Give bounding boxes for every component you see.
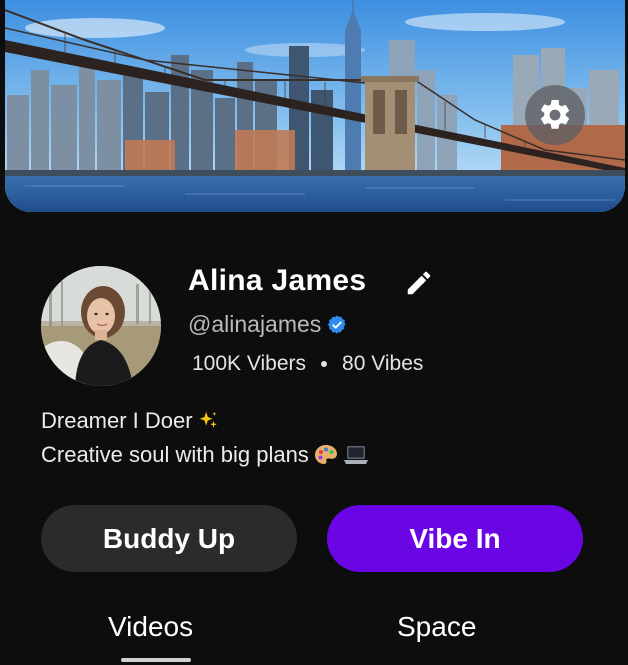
bio-text-1: Dreamer I Doer <box>41 408 193 433</box>
bio-line-2: Creative soul with big plans <box>41 438 369 472</box>
vibe-in-button[interactable]: Vibe In <box>327 505 583 572</box>
profile-screen: Alina James @alinajames 100K Vibers 80 V… <box>0 0 628 665</box>
laptop-icon <box>343 446 368 464</box>
profile-photo <box>41 266 161 386</box>
gear-icon <box>541 99 570 129</box>
buddy-up-button[interactable]: Buddy Up <box>41 505 297 572</box>
profile-stats: 100K Vibers 80 Vibes <box>192 352 423 376</box>
vibes-count[interactable]: 80 Vibes <box>342 352 423 376</box>
settings-button[interactable] <box>525 85 585 145</box>
profile-name: Alina James <box>188 264 367 297</box>
active-tab-indicator <box>121 658 191 662</box>
bio-line-1: Dreamer I Doer <box>41 404 369 438</box>
bio-text-2: Creative soul with big plans <box>41 442 309 467</box>
separator-dot <box>321 361 328 367</box>
palette-icon <box>314 445 337 464</box>
verified-badge-icon <box>328 314 346 334</box>
pencil-icon <box>407 271 431 295</box>
tab-space[interactable]: Space <box>397 611 476 643</box>
profile-bio: Dreamer I Doer Creative soul with big pl… <box>41 404 369 472</box>
handle-row: @alinajames <box>188 311 347 338</box>
avatar[interactable] <box>41 266 161 386</box>
tab-videos[interactable]: Videos <box>108 611 193 643</box>
sparkles-icon <box>199 411 217 428</box>
vibers-count[interactable]: 100K Vibers <box>192 352 306 376</box>
edit-profile-button[interactable] <box>404 268 434 298</box>
profile-handle: @alinajames <box>188 311 322 337</box>
